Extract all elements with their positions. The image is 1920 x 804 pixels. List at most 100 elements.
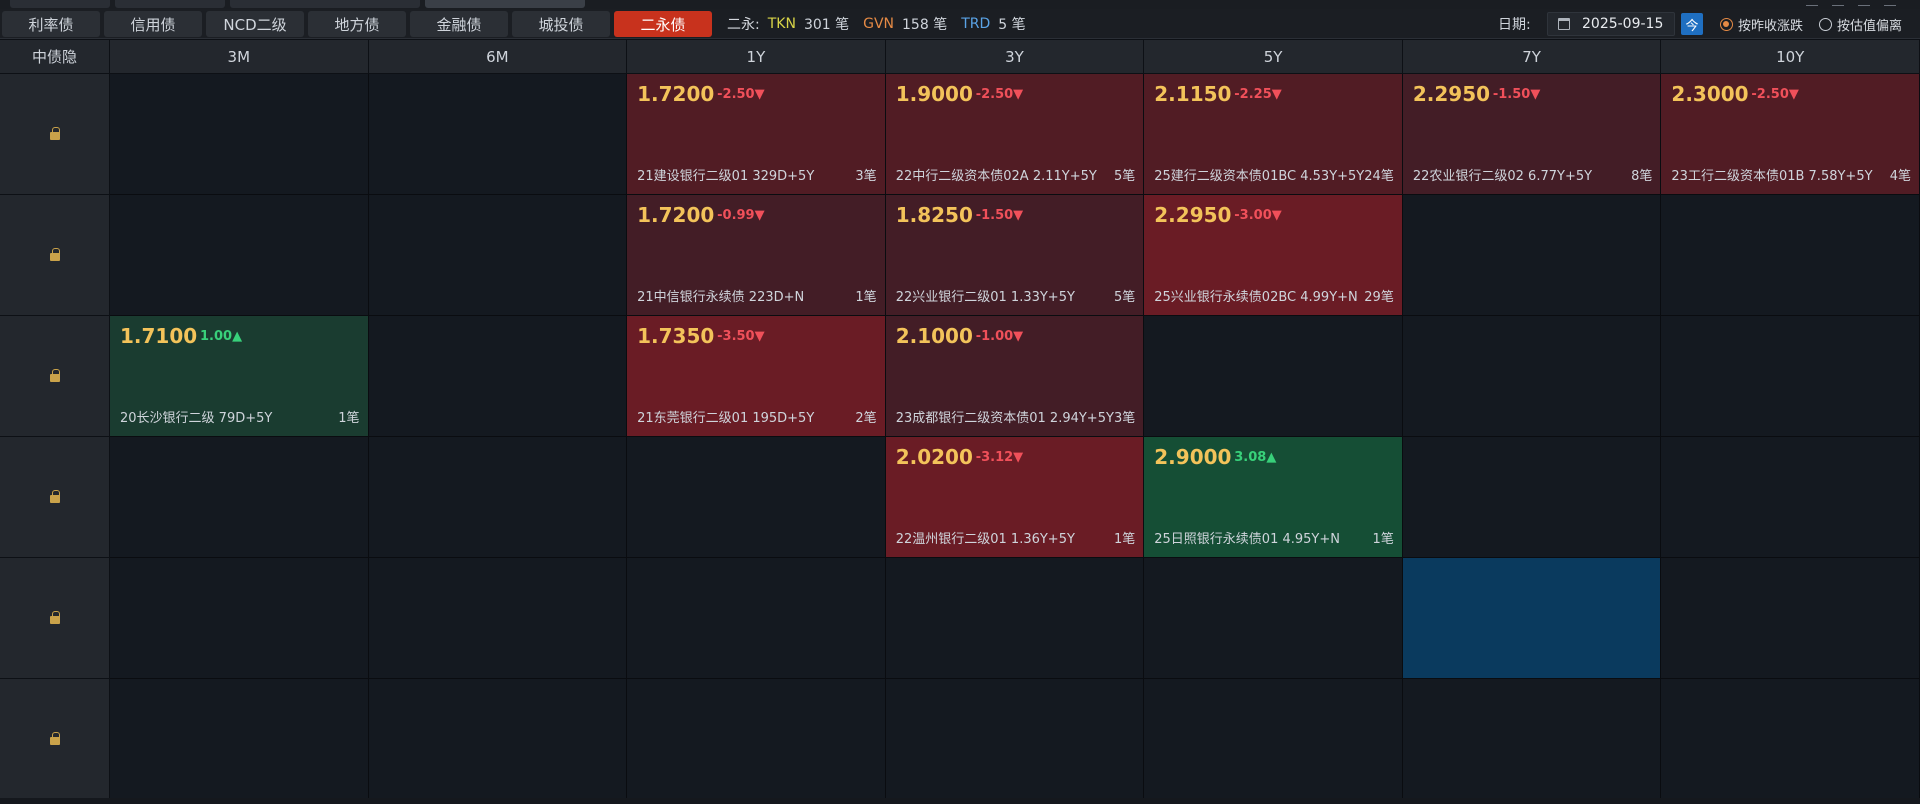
grid-cell[interactable] bbox=[368, 558, 628, 679]
window-tab[interactable] bbox=[425, 0, 585, 8]
tab-1[interactable]: 信用债 bbox=[104, 11, 202, 37]
row-lock-cell[interactable] bbox=[0, 558, 110, 679]
grid-cell[interactable]: 2.2950 -3.00▼ 25兴业银行永续债02BC 4.99Y+N 29笔 bbox=[1144, 195, 1403, 316]
grid-cell[interactable] bbox=[1144, 558, 1403, 679]
grid-cell[interactable] bbox=[368, 679, 628, 800]
grid-cell[interactable] bbox=[1144, 679, 1403, 800]
grid-cell[interactable]: 1.8250 -1.50▼ 22兴业银行二级01 1.33Y+5Y 5笔 bbox=[885, 195, 1145, 316]
grid-cell[interactable] bbox=[1144, 316, 1403, 437]
bond-name: 25建行二级资本债01BC 4.53Y+5Y bbox=[1154, 169, 1365, 184]
maximize-icon[interactable] bbox=[1858, 0, 1870, 6]
restore-icon[interactable] bbox=[1832, 0, 1844, 6]
radio-selected-icon[interactable] bbox=[1720, 17, 1733, 31]
calendar-icon[interactable] bbox=[1558, 18, 1570, 30]
lock-icon[interactable] bbox=[49, 489, 60, 505]
grid-cell[interactable]: 1.7100 1.00▲ 20长沙银行二级 79D+5Y 1笔 bbox=[110, 316, 369, 437]
column-header[interactable]: 7Y bbox=[1402, 40, 1662, 74]
grid-cell[interactable]: 2.2950 -1.50▼ 22农业银行二级02 6.77Y+5Y 8笔 bbox=[1402, 74, 1662, 195]
column-header[interactable]: 3M bbox=[110, 40, 369, 74]
grid-cell[interactable] bbox=[110, 74, 369, 195]
grid-cell[interactable] bbox=[627, 437, 886, 558]
trade-count: 5笔 bbox=[1113, 169, 1136, 184]
grid-cell[interactable] bbox=[368, 437, 628, 558]
row-lock-cell[interactable] bbox=[0, 679, 110, 800]
lock-icon[interactable] bbox=[49, 247, 60, 263]
corner-header[interactable]: 中债隐 bbox=[0, 40, 110, 74]
grid-cell[interactable]: 1.9000 -2.50▼ 22中行二级资本债02A 2.11Y+5Y 5笔 bbox=[885, 74, 1145, 195]
column-header[interactable]: 1Y bbox=[627, 40, 886, 74]
grid-cell[interactable] bbox=[368, 195, 628, 316]
horizontal-scrollbar[interactable] bbox=[0, 798, 1920, 804]
grid-cell[interactable] bbox=[1661, 195, 1920, 316]
bond-name: 22兴业银行二级01 1.33Y+5Y bbox=[895, 290, 1075, 305]
grid-cell[interactable]: 2.9000 3.08▲ 25日照银行永续债01 4.95Y+N 1笔 bbox=[1144, 437, 1403, 558]
tab-3[interactable]: 地方债 bbox=[308, 11, 406, 37]
grid-cell-selected[interactable] bbox=[1402, 558, 1662, 679]
column-header[interactable]: 6M bbox=[368, 40, 628, 74]
date-picker[interactable]: 2025-09-15 bbox=[1547, 12, 1675, 36]
row-lock-cell[interactable] bbox=[0, 195, 110, 316]
grid-cell[interactable] bbox=[1402, 195, 1662, 316]
window-tab[interactable] bbox=[230, 0, 420, 8]
column-header[interactable]: 5Y bbox=[1144, 40, 1403, 74]
grid-cell[interactable] bbox=[1661, 437, 1920, 558]
tab-4[interactable]: 金融债 bbox=[410, 11, 508, 37]
grid-cell[interactable] bbox=[110, 558, 369, 679]
option-deviation-vs-valuation[interactable]: 按估值偏离 bbox=[1819, 9, 1902, 39]
trade-count: 5笔 bbox=[1113, 290, 1136, 305]
grid-cell[interactable]: 1.7200 -2.50▼ 21建设银行二级01 329D+5Y 3笔 bbox=[627, 74, 886, 195]
tab-2[interactable]: NCD二级 bbox=[206, 11, 304, 37]
row-lock-cell[interactable] bbox=[0, 316, 110, 437]
grid-cell[interactable]: 2.1150 -2.25▼ 25建行二级资本债01BC 4.53Y+5Y 24笔 bbox=[1144, 74, 1403, 195]
grid-cell[interactable] bbox=[1402, 316, 1662, 437]
bond-name: 20长沙银行二级 79D+5Y bbox=[120, 411, 273, 426]
grid-cell[interactable]: 1.7200 -0.99▼ 21中信银行永续债 223D+N 1笔 bbox=[627, 195, 886, 316]
grid-cell[interactable] bbox=[368, 316, 628, 437]
lock-icon[interactable] bbox=[49, 731, 60, 747]
row-lock-cell[interactable] bbox=[0, 437, 110, 558]
close-icon[interactable] bbox=[1884, 0, 1896, 6]
radio-unselected-icon[interactable] bbox=[1819, 17, 1832, 31]
grid-cell[interactable]: 2.3000 -2.50▼ 23工行二级资本债01B 7.58Y+5Y 4笔 bbox=[1661, 74, 1920, 195]
date-label: 日期: bbox=[1498, 17, 1531, 33]
window-tab[interactable] bbox=[115, 0, 225, 8]
grid-cell[interactable]: 2.0200 -3.12▼ 22温州银行二级01 1.36Y+5Y 1笔 bbox=[885, 437, 1145, 558]
grid-cell[interactable] bbox=[1661, 558, 1920, 679]
change-value: -3.50▼ bbox=[717, 329, 765, 344]
lock-icon[interactable] bbox=[49, 126, 60, 142]
grid-cell[interactable]: 1.7350 -3.50▼ 21东莞银行二级01 195D+5Y 2笔 bbox=[627, 316, 886, 437]
grid-cell[interactable] bbox=[885, 558, 1145, 679]
minimize-icon[interactable] bbox=[1806, 0, 1818, 6]
tab-6[interactable]: 二永债 bbox=[614, 11, 712, 37]
change-value: -2.25▼ bbox=[1234, 87, 1282, 102]
grid-cell[interactable] bbox=[368, 74, 628, 195]
grid-cell[interactable] bbox=[1402, 679, 1662, 800]
trade-count: 3笔 bbox=[1113, 411, 1136, 426]
grid-cell[interactable] bbox=[110, 437, 369, 558]
grid-cell[interactable]: 2.1000 -1.00▼ 23成都银行二级资本债01 2.94Y+5Y 3笔 bbox=[885, 316, 1145, 437]
column-header[interactable]: 10Y bbox=[1661, 40, 1920, 74]
grid-cell[interactable] bbox=[627, 558, 886, 679]
today-button[interactable]: 今 bbox=[1681, 13, 1703, 35]
grid-cell[interactable] bbox=[885, 679, 1145, 800]
grid-cell[interactable] bbox=[110, 679, 369, 800]
grid-cell[interactable] bbox=[1661, 679, 1920, 800]
yield-value: 2.9000 bbox=[1154, 445, 1232, 469]
change-value: 1.00▲ bbox=[200, 329, 243, 344]
grid-cell[interactable] bbox=[1402, 437, 1662, 558]
trade-count: 2笔 bbox=[855, 411, 877, 426]
grid-cell[interactable] bbox=[627, 679, 886, 800]
grid-cell[interactable] bbox=[110, 195, 369, 316]
yield-value: 1.8250 bbox=[895, 203, 973, 227]
column-header[interactable]: 3Y bbox=[885, 40, 1145, 74]
lock-icon[interactable] bbox=[49, 610, 60, 626]
option-change-vs-close[interactable]: 按昨收涨跌 bbox=[1720, 9, 1803, 39]
grid-cell[interactable] bbox=[1661, 316, 1920, 437]
lock-icon[interactable] bbox=[49, 368, 60, 384]
row-lock-cell[interactable] bbox=[0, 74, 110, 195]
window-tab[interactable] bbox=[10, 0, 110, 8]
tab-0[interactable]: 利率债 bbox=[2, 11, 100, 37]
change-value: -2.50▼ bbox=[1751, 87, 1799, 102]
tab-5[interactable]: 城投债 bbox=[512, 11, 610, 37]
trade-count: 1笔 bbox=[338, 411, 360, 426]
